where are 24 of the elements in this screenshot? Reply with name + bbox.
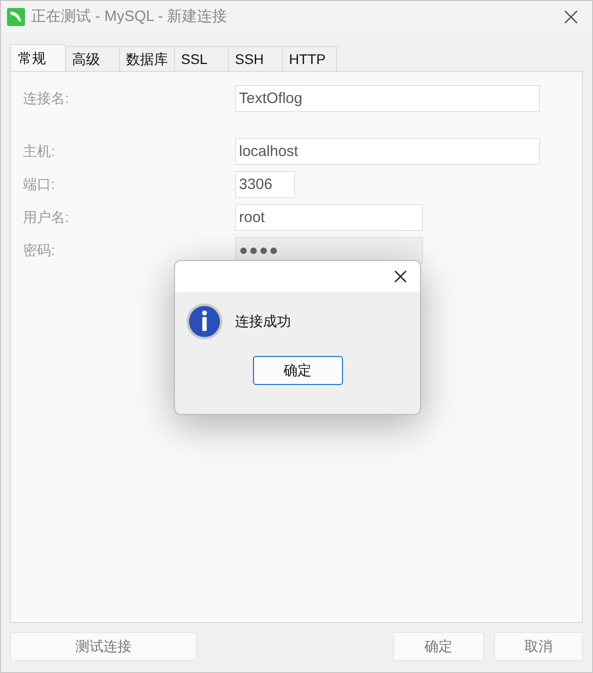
dialog-ok-button[interactable]: 确定 — [252, 356, 342, 385]
input-field[interactable]: TextOflog — [235, 85, 540, 112]
field-label: 用户名: — [23, 208, 70, 227]
field-label: 端口: — [23, 175, 56, 194]
test-connection-button[interactable]: 测试连接 — [10, 632, 197, 661]
field-label: 连接名: — [23, 89, 70, 108]
field-label: 主机: — [23, 142, 56, 161]
info-icon — [186, 303, 223, 340]
tab[interactable]: SSH — [229, 46, 283, 71]
input-field[interactable]: 3306 — [235, 171, 295, 198]
close-icon[interactable] — [564, 10, 578, 24]
input-field[interactable]: localhost — [235, 138, 540, 165]
tab[interactable]: 常规 — [10, 44, 66, 71]
close-icon[interactable] — [394, 270, 407, 283]
window-title: 正在测试 - MySQL - 新建连接 — [31, 6, 228, 27]
cancel-button[interactable]: 取消 — [494, 632, 583, 661]
tab[interactable]: 数据库 — [120, 46, 175, 71]
tab[interactable]: SSL — [175, 46, 229, 71]
tab[interactable]: HTTP — [283, 46, 337, 71]
input-field[interactable]: root — [235, 204, 423, 231]
ok-button[interactable]: 确定 — [393, 632, 484, 661]
tab[interactable]: 高级 — [66, 46, 120, 71]
dialog-message: 连接成功 — [235, 312, 291, 331]
field-label: 密码: — [23, 241, 56, 260]
